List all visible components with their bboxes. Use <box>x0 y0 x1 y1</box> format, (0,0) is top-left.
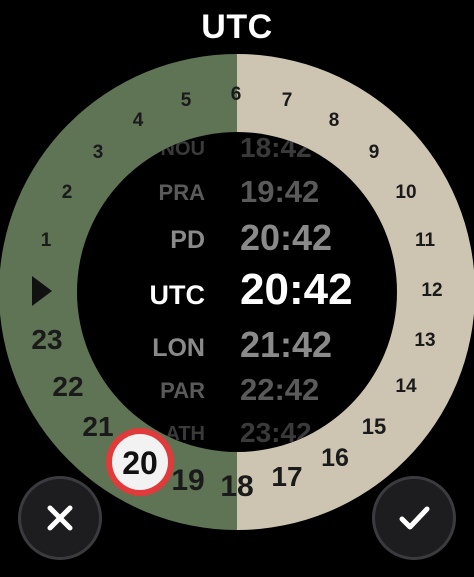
zone-code-selected[interactable]: UTC <box>150 280 206 310</box>
hour-label-21[interactable]: 21 <box>82 411 113 442</box>
hour-label-22[interactable]: 22 <box>52 371 83 402</box>
hour-label-5[interactable]: 5 <box>181 90 192 111</box>
hour-label-8[interactable]: 8 <box>329 110 340 131</box>
zone-time[interactable]: 20:42 <box>240 217 332 258</box>
hour-label-4[interactable]: 4 <box>133 110 144 131</box>
confirm-button[interactable] <box>372 476 456 560</box>
hour-label-17[interactable]: 17 <box>271 461 302 492</box>
hour-label-19[interactable]: 19 <box>171 464 204 497</box>
hour-label-23[interactable]: 23 <box>31 324 62 355</box>
zone-time[interactable]: 22:42 <box>240 372 319 407</box>
selected-hour-label: 20 <box>122 445 158 481</box>
hour-label-14[interactable]: 14 <box>395 376 417 397</box>
hour-label-12[interactable]: 12 <box>421 280 442 301</box>
hour-label-15[interactable]: 15 <box>362 414 386 439</box>
zone-code[interactable]: PRA <box>159 180 206 205</box>
zone-time[interactable]: 19:42 <box>240 174 319 209</box>
hour-label-2[interactable]: 2 <box>62 182 73 203</box>
checkmark-icon <box>399 506 430 530</box>
hour-label-16[interactable]: 16 <box>321 444 349 472</box>
zone-code[interactable]: PAR <box>160 378 205 403</box>
zone-code[interactable]: LON <box>152 334 205 362</box>
hour-label-11[interactable]: 11 <box>415 230 436 251</box>
zone-code[interactable]: PD <box>170 226 205 254</box>
cancel-button[interactable] <box>18 476 102 560</box>
hour-label-6[interactable]: 6 <box>231 84 242 105</box>
zone-time-selected[interactable]: 20:42 <box>240 265 353 314</box>
hour-label-3[interactable]: 3 <box>93 142 104 163</box>
hour-label-9[interactable]: 9 <box>369 142 380 163</box>
close-icon <box>47 505 73 531</box>
world-clock-screen: UTC 1 2 3 4 5 21 22 23 6 7 8 9 10 11 12 … <box>0 0 474 577</box>
hour-label-18[interactable]: 18 <box>220 470 253 503</box>
hour-label-13[interactable]: 13 <box>414 330 435 351</box>
hour-label-7[interactable]: 7 <box>282 90 293 111</box>
selected-hour-indicator[interactable]: 20 <box>106 428 174 496</box>
hour-label-10[interactable]: 10 <box>395 182 416 203</box>
zone-time[interactable]: 21:42 <box>240 324 332 365</box>
hour-label-1[interactable]: 1 <box>41 230 52 251</box>
